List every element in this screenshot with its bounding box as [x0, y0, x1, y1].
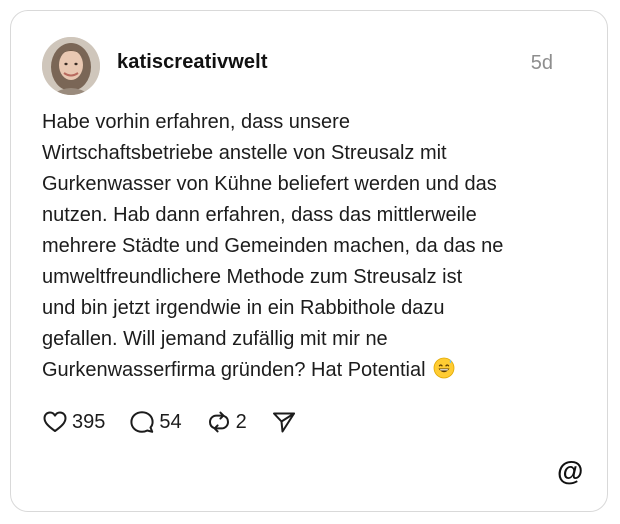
post-text-line: und bin jetzt irgendwie in ein Rabbithol… [42, 297, 445, 319]
like-button[interactable]: 395 [42, 409, 105, 435]
heart-icon [43, 411, 67, 432]
repost-icon [208, 411, 229, 433]
post-text-line: Wirtschaftsbetriebe anstelle von Streusa… [42, 142, 447, 164]
post-text-line: mehrere Städte und Gemeinden machen, da … [42, 235, 504, 257]
post-actions: 395 54 2 [42, 408, 297, 436]
avatar-image [42, 37, 100, 95]
threads-logo-icon: @ [557, 456, 584, 486]
like-count: 395 [72, 410, 106, 433]
comment-button[interactable]: 54 [129, 409, 182, 435]
post-text-line: Gurkenwasser von Kühne beliefert werden … [42, 173, 497, 195]
post-card: katiscreativwelt 5d Habe vorhin erfahren… [10, 10, 608, 512]
avatar[interactable] [42, 37, 100, 95]
post-text-line: Habe vorhin erfahren, dass unsere [42, 111, 350, 133]
post-text-line: gefallen. Will jemand zufällig mit mir n… [42, 328, 388, 350]
grinning-face-with-sweat-icon [433, 357, 455, 379]
post-timestamp: 5d [530, 52, 553, 74]
comment-count: 54 [159, 410, 182, 433]
post-text: Habe vorhin erfahren, dass unsere Wirtsc… [42, 107, 582, 386]
username[interactable]: katiscreativwelt [117, 51, 268, 74]
post-text-line: Gurkenwasserfirma gründen? Hat Potential [42, 355, 582, 386]
post-text-line-last: Gurkenwasserfirma gründen? Hat Potential [42, 359, 426, 381]
repost-button[interactable]: 2 [206, 409, 247, 435]
post-text-line: nutzen. Hab dann erfahren, dass das mitt… [42, 204, 477, 226]
speech-bubble-icon [130, 411, 154, 433]
repost-count: 2 [235, 410, 247, 433]
send-icon [272, 412, 295, 433]
share-button[interactable] [271, 409, 297, 435]
post-text-line: umweltfreundlichere Methode zum Streusal… [42, 266, 463, 288]
